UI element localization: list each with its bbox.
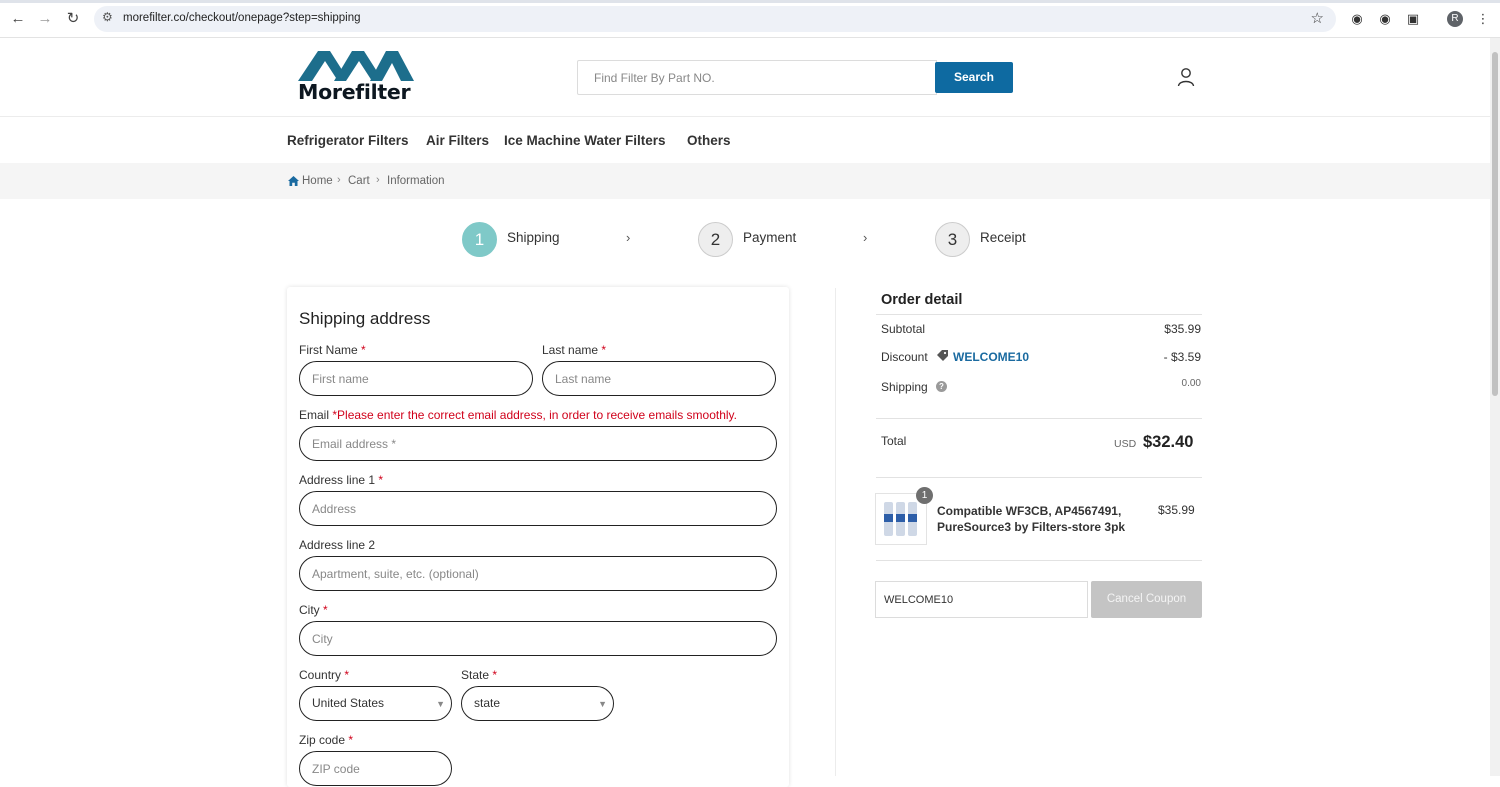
step-receipt-number: 3	[935, 222, 970, 257]
state-select[interactable]: state ▼	[461, 686, 614, 721]
zip-code-input[interactable]	[300, 752, 451, 785]
divider	[876, 314, 1202, 315]
country-value: United States	[312, 696, 385, 710]
city-field[interactable]	[299, 621, 777, 656]
subtotal-label: Subtotal	[881, 322, 926, 336]
bookmark-star-icon[interactable]: ☆	[1311, 9, 1324, 27]
search-input[interactable]	[578, 61, 936, 94]
chevron-right-icon: ›	[337, 174, 341, 186]
coupon-field[interactable]	[875, 581, 1088, 618]
reload-icon[interactable]: ↻	[63, 9, 83, 29]
tag-icon	[937, 350, 948, 361]
last-name-field[interactable]	[542, 361, 776, 396]
email-label: Email *Please enter the correct email ad…	[299, 408, 737, 422]
menu-ice-machine-water-filters[interactable]: Ice Machine Water Filters	[504, 133, 666, 148]
breadcrumb	[0, 163, 1490, 199]
state-label: State *	[461, 668, 498, 682]
step-shipping-number: 1	[462, 222, 497, 257]
browser-toolbar: ← → ↻ ⚙ morefilter.co/checkout/onepage?s…	[0, 0, 1500, 38]
divider	[876, 418, 1202, 419]
zip-code-label: Zip code *	[299, 733, 354, 747]
scrollbar-thumb[interactable]	[1492, 52, 1498, 396]
first-name-field[interactable]	[299, 361, 533, 396]
country-label: Country *	[299, 668, 350, 682]
help-icon[interactable]: ?	[936, 381, 947, 392]
search-button[interactable]: Search	[935, 62, 1013, 93]
dropdown-caret-icon: ▼	[436, 699, 445, 709]
forward-icon[interactable]: →	[35, 9, 55, 29]
url-text[interactable]: morefilter.co/checkout/onepage?step=ship…	[123, 12, 361, 24]
last-name-label: Last name *	[542, 343, 607, 357]
column-divider	[835, 288, 836, 776]
coupon-code: WELCOME10	[953, 350, 1030, 364]
coupon-input[interactable]	[876, 582, 1087, 617]
product-name[interactable]: Compatible WF3CB, AP4567491, PureSource3…	[937, 503, 1137, 535]
total-currency: USD	[1114, 438, 1137, 450]
state-value: state	[474, 696, 501, 710]
first-name-label: First Name *	[299, 343, 366, 357]
breadcrumb-cart[interactable]: Cart	[348, 175, 370, 187]
city-input[interactable]	[300, 622, 776, 655]
search-field[interactable]	[577, 60, 937, 95]
address-line-2-field[interactable]	[299, 556, 777, 591]
last-name-input[interactable]	[543, 362, 775, 395]
divider	[876, 560, 1202, 561]
back-icon[interactable]: ←	[8, 9, 28, 29]
step-payment-number: 2	[698, 222, 733, 257]
address-line-2-input[interactable]	[300, 557, 776, 590]
address-line-1-input[interactable]	[300, 492, 776, 525]
chevron-right-icon: ›	[626, 230, 631, 245]
extension-icon[interactable]: ◉	[1376, 10, 1394, 28]
tab-strip-edge	[0, 0, 1500, 3]
step-payment-label: Payment	[743, 230, 797, 245]
shipping-address-title: Shipping address	[299, 309, 431, 328]
chevron-right-icon: ›	[863, 230, 868, 245]
cancel-coupon-button[interactable]: Cancel Coupon	[1091, 581, 1202, 618]
shipping-label: Shipping	[881, 380, 928, 394]
dropdown-caret-icon: ▼	[598, 699, 607, 709]
site-logo[interactable]: Morefilter	[298, 49, 414, 107]
product-price: $35.99	[1158, 503, 1195, 517]
divider	[876, 477, 1202, 478]
discount-label: Discount	[881, 350, 928, 364]
puzzle-icon[interactable]: ▣	[1404, 10, 1422, 28]
email-warning: *Please enter the correct email address,…	[332, 408, 737, 422]
order-detail-title: Order detail	[881, 292, 963, 308]
first-name-input[interactable]	[300, 362, 532, 395]
email-input[interactable]	[300, 427, 776, 460]
user-account-icon[interactable]	[1176, 67, 1196, 87]
address-line-1-label: Address line 1 *	[299, 473, 384, 487]
address-line-2-label: Address line 2	[299, 538, 376, 552]
shipping-value: 0.00	[1181, 378, 1201, 389]
chevron-right-icon: ›	[376, 174, 380, 186]
step-shipping-label: Shipping	[507, 230, 560, 245]
logo-text: Morefilter	[298, 80, 411, 104]
email-field[interactable]	[299, 426, 777, 461]
zip-code-field[interactable]	[299, 751, 452, 786]
header-divider	[0, 116, 1490, 117]
menu-refrigerator-filters[interactable]: Refrigerator Filters	[287, 133, 409, 148]
city-label: City *	[299, 603, 328, 617]
menu-dots-icon[interactable]: ⋮	[1474, 10, 1492, 28]
total-value: $32.40	[1143, 433, 1194, 451]
discount-value: - $3.59	[1163, 350, 1201, 364]
subtotal-value: $35.99	[1164, 322, 1201, 336]
country-select[interactable]: United States ▼	[299, 686, 452, 721]
breadcrumb-home[interactable]: Home	[302, 175, 333, 187]
address-bar[interactable]: ⚙ morefilter.co/checkout/onepage?step=sh…	[94, 6, 1336, 32]
site-settings-icon[interactable]: ⚙	[102, 10, 113, 24]
profile-avatar[interactable]: R	[1447, 11, 1463, 27]
quantity-badge: 1	[916, 487, 933, 504]
total-label: Total	[881, 434, 907, 448]
breadcrumb-information: Information	[387, 175, 445, 187]
logo-mark-icon	[298, 51, 414, 81]
menu-others[interactable]: Others	[687, 133, 731, 148]
extension-icon[interactable]: ◉	[1348, 10, 1366, 28]
address-line-1-field[interactable]	[299, 491, 777, 526]
menu-air-filters[interactable]: Air Filters	[426, 133, 489, 148]
step-receipt-label: Receipt	[980, 230, 1026, 245]
home-icon[interactable]	[288, 176, 299, 186]
